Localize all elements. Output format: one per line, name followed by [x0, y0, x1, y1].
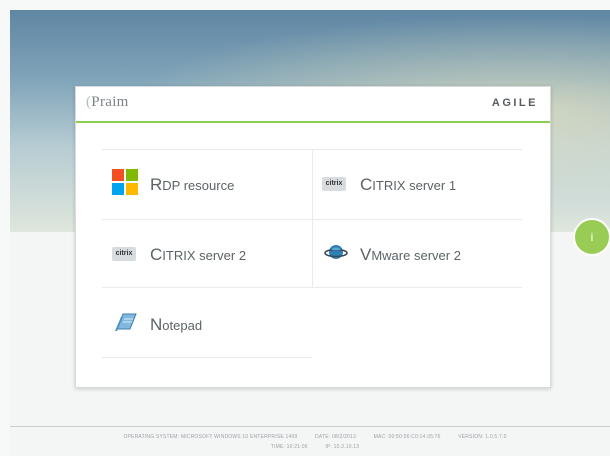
- info-button[interactable]: i: [573, 218, 610, 256]
- citrix-icon: citrix: [322, 177, 346, 191]
- tile-divider: [102, 357, 312, 358]
- vmware-icon: [324, 245, 348, 259]
- tile-label-initial: C: [360, 175, 373, 194]
- tile-citrix-server-1[interactable]: citrix CITRIX server 1: [314, 151, 520, 215]
- tile-label: CITRIX server 2: [150, 245, 246, 265]
- footer-mac: MAC: 00:50:56:C0:14:35:76: [373, 434, 441, 440]
- tile-label-text: Mware server 2: [371, 248, 461, 263]
- windows-logo-icon: [112, 169, 140, 195]
- footer-divider: [10, 426, 610, 427]
- footer-os: OPERATING SYSTEM: MICROSOFT WINDOWS 10 E…: [123, 434, 298, 440]
- footer-version: VERSION: 1.0.5.7.0: [458, 434, 507, 440]
- footer-ip: IP: 10.3.10.13: [325, 444, 360, 450]
- tile-citrix-server-2[interactable]: citrix CITRIX server 2: [104, 221, 310, 285]
- footer-date: DATE: 08/2/2013: [315, 434, 357, 440]
- resources-panel: (Praim AGILE RDP resource citrix CITRIX …: [75, 86, 551, 388]
- tile-vmware-server-2[interactable]: VMware server 2: [314, 221, 520, 285]
- tile-label-text: ITRIX server 1: [372, 178, 457, 193]
- tile-label: Notepad: [150, 315, 202, 335]
- tile-label-initial: V: [360, 245, 372, 264]
- tile-label-text: otepad: [162, 318, 203, 333]
- tile-notepad[interactable]: Notepad: [104, 291, 310, 355]
- tile-label-initial: N: [150, 315, 163, 334]
- background-edge: [0, 0, 10, 456]
- tile-rdp-resource[interactable]: RDP resource: [104, 151, 310, 215]
- tile-label: VMware server 2: [360, 245, 461, 265]
- tile-divider: [102, 287, 522, 288]
- windows-logo-blue: [112, 183, 124, 195]
- citrix-icon: citrix: [112, 247, 136, 261]
- tile-divider: [312, 149, 313, 287]
- system-info-footer: OPERATING SYSTEM: MICROSOFT WINDOWS 10 E…: [60, 432, 570, 452]
- praim-logo: (Praim: [86, 94, 129, 111]
- notepad-icon: [115, 313, 137, 331]
- tile-label-initial: C: [150, 245, 163, 264]
- windows-logo-yellow: [126, 183, 138, 195]
- tile-label: CITRIX server 1: [360, 175, 456, 195]
- footer-time: TIME: 10:21:06: [270, 444, 308, 450]
- windows-logo-green: [126, 169, 138, 181]
- tile-label: RDP resource: [150, 175, 234, 195]
- praim-logo-text: Praim: [91, 94, 129, 110]
- windows-logo-red: [112, 169, 124, 181]
- tile-label-initial: R: [150, 175, 163, 194]
- panel-header: (Praim AGILE: [76, 87, 550, 123]
- tile-label-text: ITRIX server 2: [162, 248, 247, 263]
- agile-logo: AGILE: [491, 97, 538, 109]
- tile-label-text: DP resource: [162, 178, 235, 193]
